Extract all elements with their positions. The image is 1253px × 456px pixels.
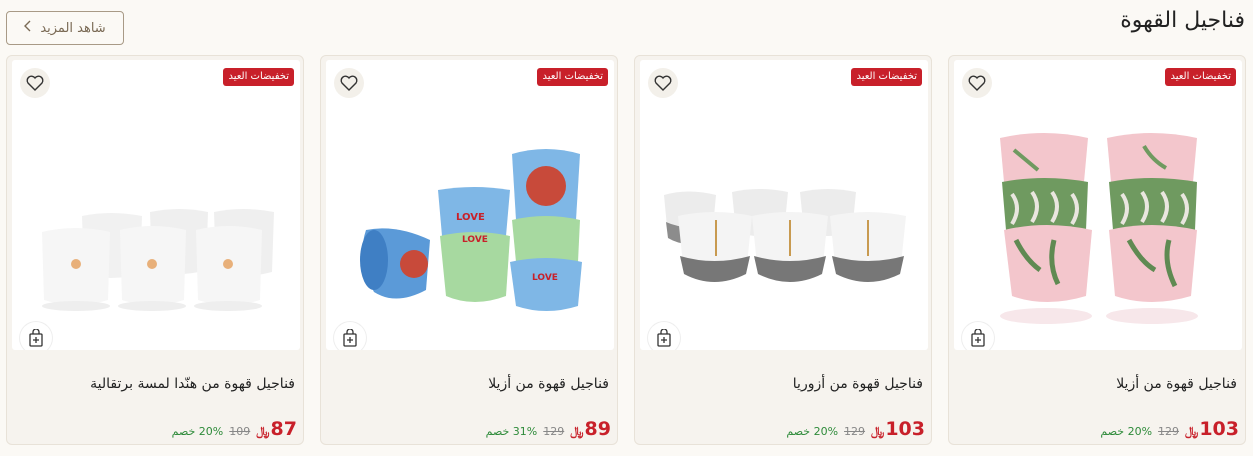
currency-icon: ﷼ [256,424,270,438]
add-to-bag-icon[interactable] [648,322,680,350]
product-carousel: تخفيضات العيد فناجيل قهوة من أزيلا 103 ﷼ … [6,55,1246,445]
product-image[interactable]: تخفيضات العيد [12,60,300,350]
product-image[interactable]: تخفيضات العيد [954,60,1242,350]
sale-badge: تخفيضات العيد [1165,68,1236,86]
product-name[interactable]: فناجيل قهوة من هنّدا لمسة برتقالية [90,376,295,392]
product-card[interactable]: تخفيضات العيد فناجيل قهوة من هنّدا لمسة … [6,55,304,445]
discount-label: 20% خصم [171,425,224,438]
current-price: 87 ﷼ [256,418,297,440]
product-image[interactable]: تخفيضات العيد [640,60,928,350]
see-more-button[interactable]: شاهد المزيد [6,11,124,45]
add-to-bag-icon[interactable] [334,322,366,350]
price-row: 87 ﷼ 109 20% خصم [172,418,297,440]
price-row: 89 ﷼ 129 31% خصم [486,418,611,440]
current-price: 103 ﷼ [1185,418,1239,440]
product-name[interactable]: فناجيل قهوة من أزيلا [1116,376,1237,392]
current-price: 103 ﷼ [871,418,925,440]
section-title: فناجيل القهوة [1120,8,1245,33]
product-card[interactable]: LOVE LOVE LOVE تخفيضات العيد فناجيل قهوة… [320,55,618,445]
svg-text:LOVE: LOVE [532,273,558,283]
product-card[interactable]: تخفيضات العيد فناجيل قهوة من أزوريا 103 ﷼… [634,55,932,445]
price-row: 103 ﷼ 129 20% خصم [1100,418,1239,440]
old-price: 109 [229,425,251,438]
chevron-left-icon [24,20,32,36]
sale-badge: تخفيضات العيد [223,68,294,86]
discount-label: 20% خصم [786,425,839,438]
add-to-bag-icon[interactable] [20,322,52,350]
old-price: 129 [1158,425,1180,438]
price-row: 103 ﷼ 129 20% خصم [786,418,925,440]
discount-label: 31% خصم [485,425,538,438]
product-card[interactable]: تخفيضات العيد فناجيل قهوة من أزيلا 103 ﷼ … [948,55,1246,445]
currency-icon: ﷼ [871,424,885,438]
add-to-bag-icon[interactable] [962,322,994,350]
product-name[interactable]: فناجيل قهوة من أزوريا [793,376,923,392]
current-price: 89 ﷼ [570,418,611,440]
product-name[interactable]: فناجيل قهوة من أزيلا [488,376,609,392]
discount-label: 20% خصم [1100,425,1153,438]
heart-icon[interactable] [962,68,992,98]
sale-badge: تخفيضات العيد [537,68,608,86]
sale-badge: تخفيضات العيد [851,68,922,86]
see-more-label: شاهد المزيد [40,20,106,36]
heart-icon[interactable] [334,68,364,98]
section-header: فناجيل القهوة شاهد المزيد [0,0,1253,50]
currency-icon: ﷼ [1185,424,1199,438]
svg-text:LOVE: LOVE [462,235,488,245]
heart-icon[interactable] [648,68,678,98]
old-price: 129 [844,425,866,438]
old-price: 129 [543,425,565,438]
heart-icon[interactable] [20,68,50,98]
product-image[interactable]: LOVE LOVE LOVE تخفيضات العيد [326,60,614,350]
currency-icon: ﷼ [570,424,584,438]
svg-text:LOVE: LOVE [456,212,485,223]
